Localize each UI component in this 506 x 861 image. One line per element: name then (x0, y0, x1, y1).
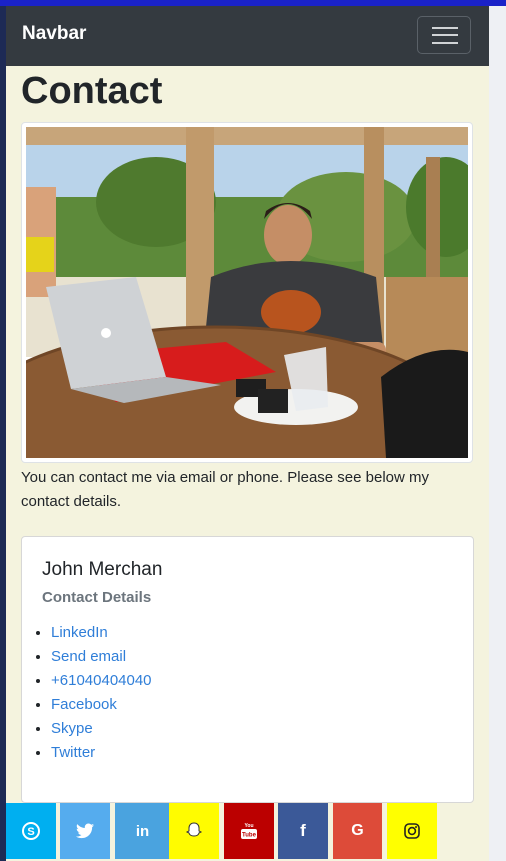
list-item: +61040404040 (51, 669, 152, 693)
snapchat-button[interactable] (169, 803, 219, 859)
twitter-button[interactable] (60, 803, 110, 859)
hamburger-icon[interactable] (417, 16, 471, 54)
list-item: Facebook (51, 693, 152, 717)
skype-icon: S (22, 822, 40, 840)
linkedin-link[interactable]: LinkedIn (51, 624, 108, 641)
facebook-icon: f (300, 821, 306, 840)
intro-text: You can contact me via email or phone. P… (21, 469, 430, 510)
page-gutter (489, 6, 506, 861)
skype-button[interactable]: S (6, 803, 56, 859)
svg-text:S: S (27, 826, 34, 838)
list-item: Send email (51, 645, 152, 669)
contact-links: LinkedIn Send email +61040404040 Faceboo… (22, 621, 152, 765)
phone-link[interactable]: +61040404040 (51, 672, 152, 689)
navbar: Navbar (6, 6, 489, 66)
youtube-button[interactable]: You Tube (224, 803, 274, 859)
facebook-link[interactable]: Facebook (51, 696, 117, 713)
twitter-icon (76, 823, 94, 839)
youtube-icon: You Tube (241, 823, 257, 839)
navbar-brand[interactable]: Navbar (22, 23, 86, 45)
linkedin-icon: in (135, 822, 150, 840)
profile-photo (21, 122, 473, 463)
google-button[interactable]: G (333, 803, 382, 859)
skype-link[interactable]: Skype (51, 720, 93, 737)
contact-subtitle: Contact Details (42, 589, 152, 606)
contact-card: John Merchan Contact Details LinkedIn Se… (21, 536, 474, 803)
svg-text:You: You (244, 823, 253, 829)
instagram-icon (404, 823, 420, 839)
linkedin-button[interactable]: in (115, 803, 170, 859)
list-item: Twitter (51, 741, 152, 765)
page-title: Contact (21, 70, 163, 112)
social-bar: S in You Tube f G (6, 803, 489, 859)
contact-name: John Merchan (42, 559, 163, 580)
instagram-button[interactable] (387, 803, 437, 859)
page-viewport: Navbar Contact You can contact me via em… (6, 6, 489, 861)
list-item: LinkedIn (51, 621, 152, 645)
svg-text:Tube: Tube (242, 833, 257, 839)
google-icon: G (351, 822, 364, 839)
email-link[interactable]: Send email (51, 648, 126, 665)
twitter-link[interactable]: Twitter (51, 744, 95, 761)
snapchat-icon (185, 822, 203, 837)
photo-image (26, 127, 468, 458)
list-item: Skype (51, 717, 152, 741)
facebook-button[interactable]: f (278, 803, 328, 859)
